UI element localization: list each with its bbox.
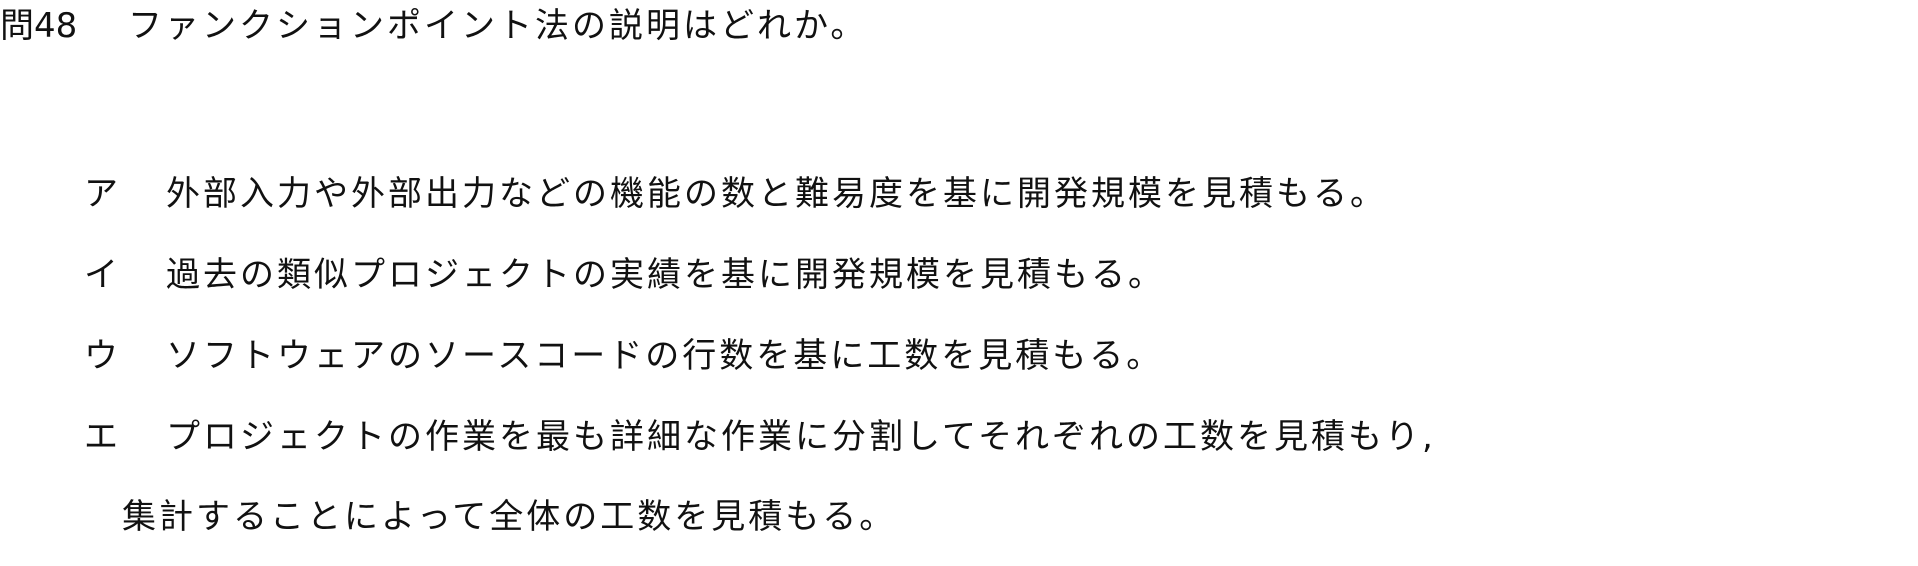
choice-text: ソフトウェアのソースコードの行数を基に工数を見積もる。 xyxy=(166,336,1164,376)
choice-text: プロジェクトの作業を最も詳細な作業に分割してそれぞれの工数を見積もり, xyxy=(166,417,1436,457)
choice-label: ア xyxy=(84,174,118,214)
choice-e[interactable]: エ プロジェクトの作業を最も詳細な作業に分割してそれぞれの工数を見積もり, 集計… xyxy=(0,415,1918,537)
page: { "question": { "number": "問48", "text":… xyxy=(0,0,1918,566)
choice-label: ウ xyxy=(84,336,118,376)
question-text: ファンクションポイント法の説明はどれか。 xyxy=(128,6,868,46)
choice-text-continuation: 集計することによって全体の工数を見積もる。 xyxy=(122,497,897,537)
choice-label: イ xyxy=(84,255,118,295)
choice-text: 外部入力や外部出力などの機能の数と難易度を基に開発規模を見積もる。 xyxy=(166,174,1387,214)
question-number: 問48 xyxy=(0,6,78,46)
choice-a[interactable]: ア 外部入力や外部出力などの機能の数と難易度を基に開発規模を見積もる。 xyxy=(0,172,1918,216)
choice-u[interactable]: ウ ソフトウェアのソースコードの行数を基に工数を見積もる。 xyxy=(0,334,1918,378)
choice-i[interactable]: イ 過去の類似プロジェクトの実績を基に開発規模を見積もる。 xyxy=(0,253,1918,297)
choice-text: 過去の類似プロジェクトの実績を基に開発規模を見積もる。 xyxy=(166,255,1165,295)
choice-label: エ xyxy=(84,417,118,457)
